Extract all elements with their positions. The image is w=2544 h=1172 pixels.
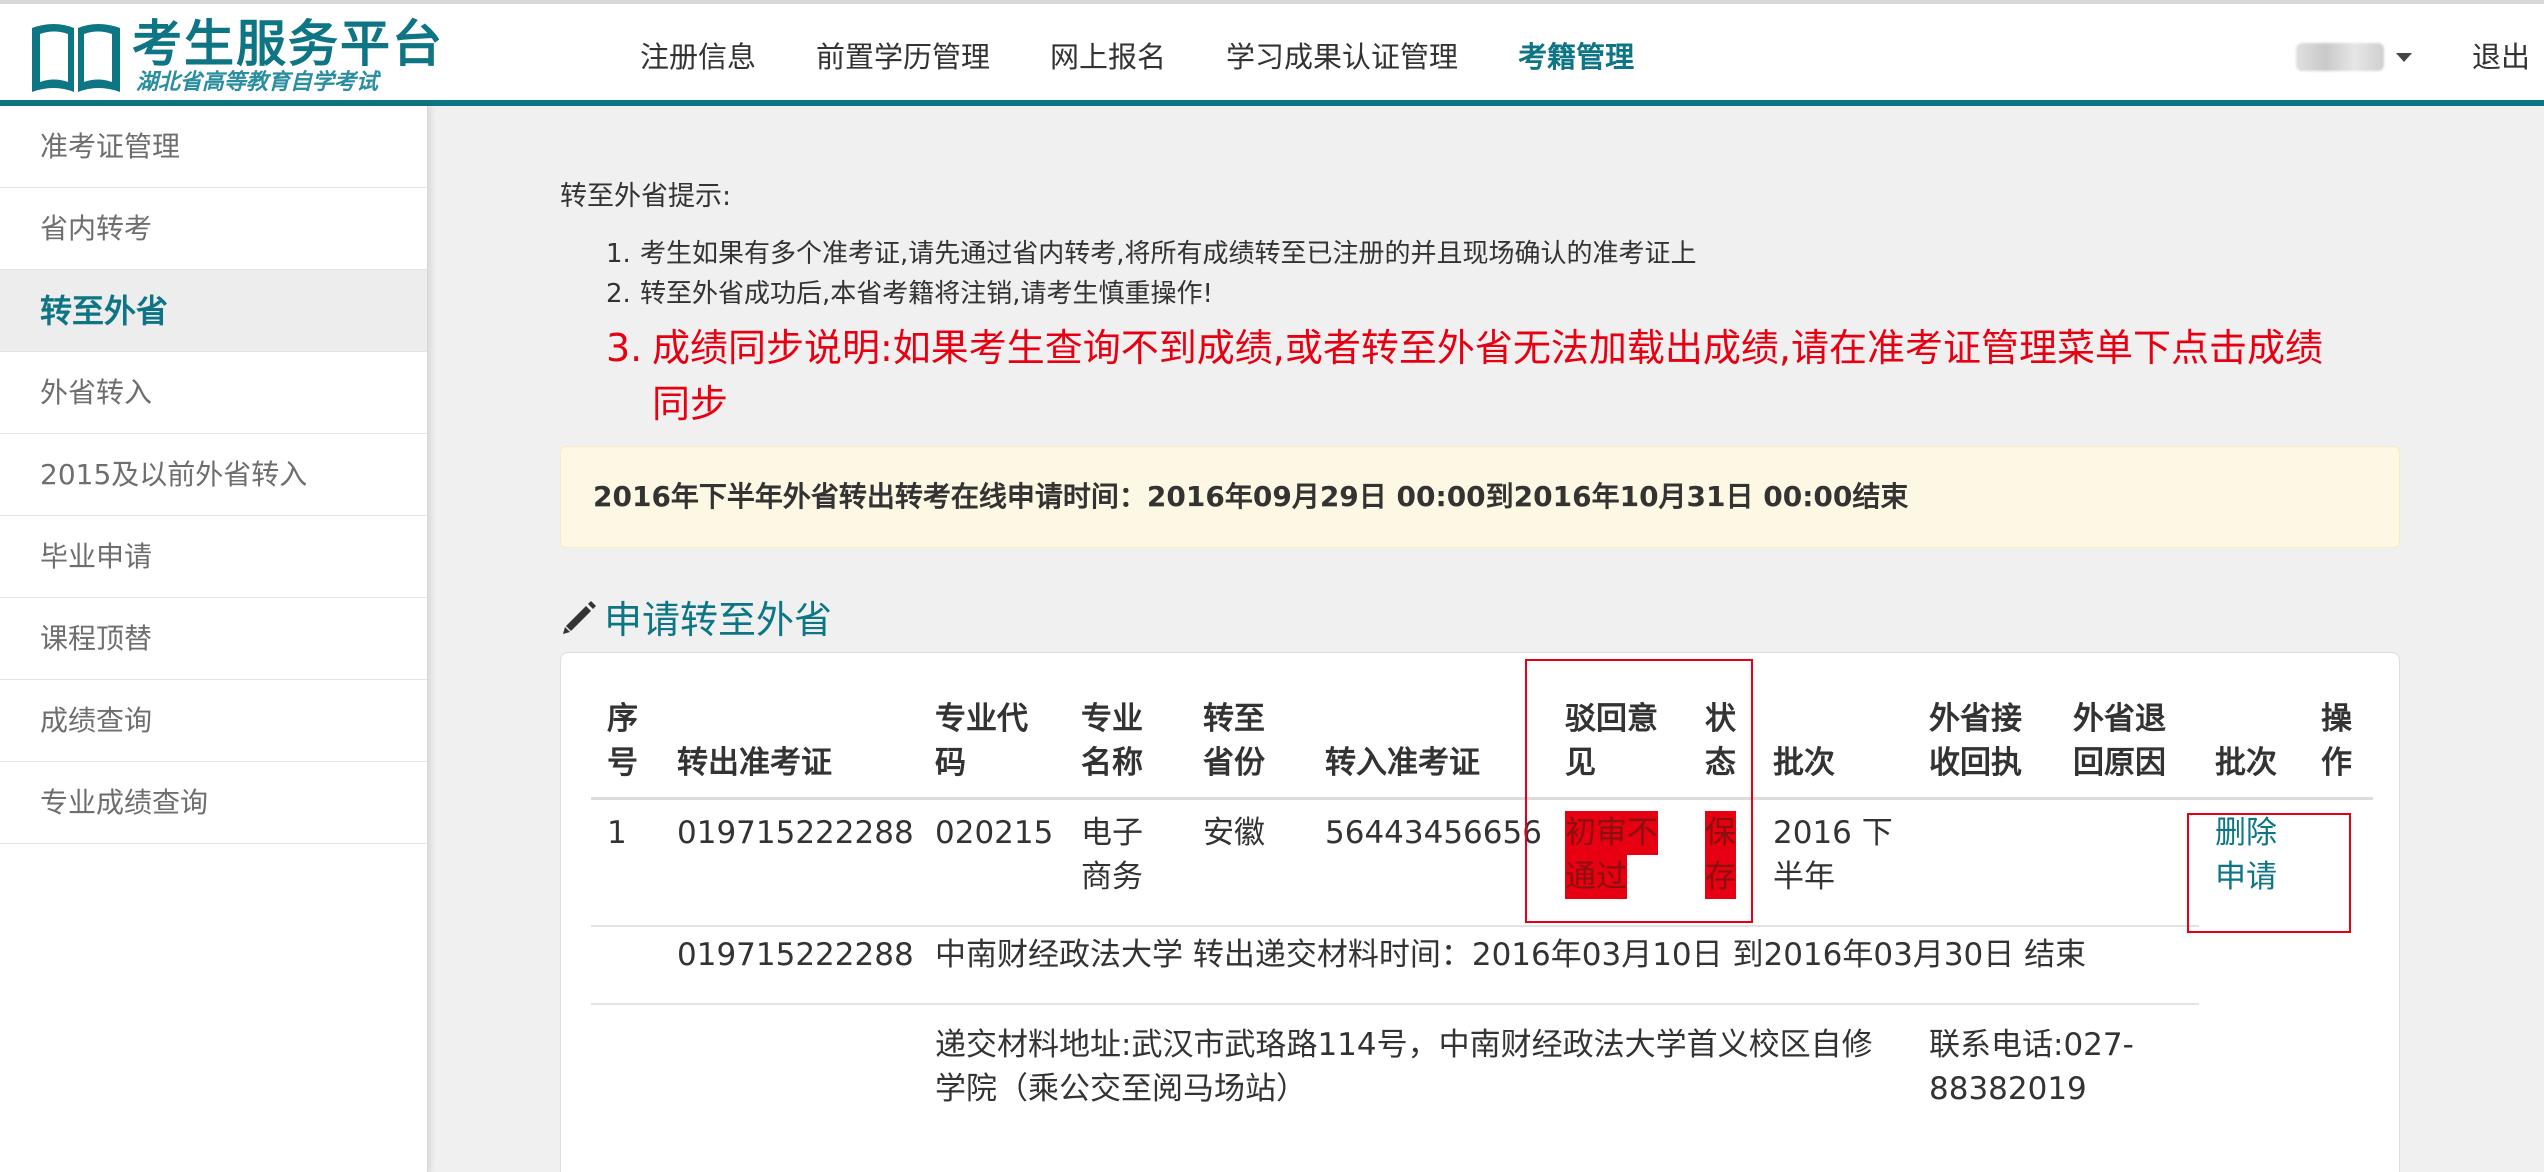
sidebar-item-transfer-in-2015[interactable]: 2015及以前外省转入 xyxy=(0,434,427,516)
cell-to-province: 安徽 xyxy=(1203,815,1265,851)
logo-subtitle: 湖北省高等教育自学考试 xyxy=(136,70,379,95)
nav-registration-info[interactable]: 注册信息 xyxy=(640,32,756,82)
book-logo-icon xyxy=(32,24,120,92)
cell-major-code: 020215 xyxy=(935,815,1054,851)
header-divider xyxy=(591,797,2373,800)
transfer-table-panel: 序号 转出准考证 专业代码 专业 名称 转至 省份 转入准考证 驳回意见 状态 批次… xyxy=(560,652,2400,1172)
hint-item: 2. 转至外省成功后,本省考籍将注销,请考生慎重操作! xyxy=(606,279,1213,309)
section-title: 申请转至外省 xyxy=(604,597,833,642)
sidebar-item-transfer-in[interactable]: 外省转入 xyxy=(0,352,427,434)
cell-out-ticket: 019715222288 xyxy=(677,815,914,851)
section-header: 申请转至外省 xyxy=(560,586,832,646)
col-major-name: 专业 名称 xyxy=(1081,701,1143,781)
username-blurred xyxy=(2296,43,2384,71)
col-major-code: 专业代码 xyxy=(935,701,1028,781)
sidebar: 准考证管理 省内转考 转至外省 外省转入 2015及以前外省转入 毕业申请 课程… xyxy=(0,106,428,1172)
cell-in-ticket: 56443456656 xyxy=(1325,815,1542,851)
nav-online-signup[interactable]: 网上报名 xyxy=(1050,32,1166,82)
logo-title: 考生服务平台 xyxy=(132,15,444,73)
col-batch-2: 批次 xyxy=(2215,745,2277,781)
sidebar-item-intra-province-transfer[interactable]: 省内转考 xyxy=(0,188,427,270)
hint-item-score-sync: 3. 成绩同步说明:如果考生查询不到成绩,或者转至外省无法加载出成绩,请在准考证… xyxy=(606,326,2323,426)
col-to-province: 转至 省份 xyxy=(1203,701,1265,781)
col-in-ticket: 转入准考证 xyxy=(1325,745,1480,781)
col-batch: 批次 xyxy=(1773,745,1835,781)
hint-item: 1. 考生如果有多个准考证,请先通过省内转考,将所有成绩转至已注册的并且现场确认… xyxy=(606,239,1697,269)
detail-divider xyxy=(591,1003,2199,1005)
sidebar-item-transfer-out[interactable]: 转至外省 xyxy=(0,270,427,352)
col-receipt: 外省接 收回执 xyxy=(1929,701,2022,781)
user-menu[interactable] xyxy=(2296,32,2412,82)
sidebar-item-major-score-query[interactable]: 专业成绩查询 xyxy=(0,762,427,844)
sidebar-item-admission-ticket[interactable]: 准考证管理 xyxy=(0,106,427,188)
col-out-ticket: 转出准考证 xyxy=(677,745,832,781)
col-operation: 操作 xyxy=(2321,701,2352,781)
col-return-reason: 外省退 回原因 xyxy=(2073,701,2166,781)
col-seq: 序号 xyxy=(607,701,638,781)
nav-exam-records[interactable]: 考籍管理 xyxy=(1518,32,1634,82)
sidebar-item-graduation[interactable]: 毕业申请 xyxy=(0,516,427,598)
sidebar-item-course-substitution[interactable]: 课程顶替 xyxy=(0,598,427,680)
highlight-box-operation xyxy=(2187,813,2351,933)
hint-title: 转至外省提示: xyxy=(560,181,732,212)
detail-school-time: 中南财经政法大学 转出递交材料时间：2016年03月10日 到2016年03月3… xyxy=(935,937,2087,973)
site-logo[interactable]: 考生服务平台 湖北省高等教育自学考试 xyxy=(28,14,442,98)
detail-ticket: 019715222288 xyxy=(677,937,914,973)
pencil-icon xyxy=(563,601,596,634)
sidebar-item-score-query[interactable]: 成绩查询 xyxy=(0,680,427,762)
detail-address: 递交材料地址:武汉市武珞路114号，中南财经政法大学首义校区自修 学院（乘公交至阅… xyxy=(935,1027,1873,1107)
chevron-down-icon xyxy=(2396,52,2412,62)
logout-link[interactable]: 退出 xyxy=(2472,32,2530,82)
cell-major-name: 电子 商务 xyxy=(1081,815,1143,895)
cell-seq: 1 xyxy=(607,815,627,851)
row-divider xyxy=(591,925,2199,927)
hint-list: 1. 考生如果有多个准考证,请先通过省内转考,将所有成绩转至已注册的并且现场确认… xyxy=(606,234,2406,432)
nav-learning-certification[interactable]: 学习成果认证管理 xyxy=(1226,32,1458,82)
top-header: 考生服务平台 湖北省高等教育自学考试 注册信息 前置学历管理 网上报名 学习成果… xyxy=(0,0,2544,106)
highlight-box-review-status xyxy=(1525,659,1753,923)
main-content: 转至外省提示: 1. 考生如果有多个准考证,请先通过省内转考,将所有成绩转至已注… xyxy=(560,106,2400,1172)
application-period-notice: 2016年下半年外省转出转考在线申请时间：2016年09月29日 00:00到2… xyxy=(560,446,2400,548)
cell-batch: 2016 下半年 xyxy=(1773,815,1893,895)
nav-prior-education[interactable]: 前置学历管理 xyxy=(816,32,990,82)
detail-phone: 联系电话:027- 88382019 xyxy=(1929,1027,2134,1107)
main-nav: 注册信息 前置学历管理 网上报名 学习成果认证管理 考籍管理 xyxy=(640,32,1694,82)
